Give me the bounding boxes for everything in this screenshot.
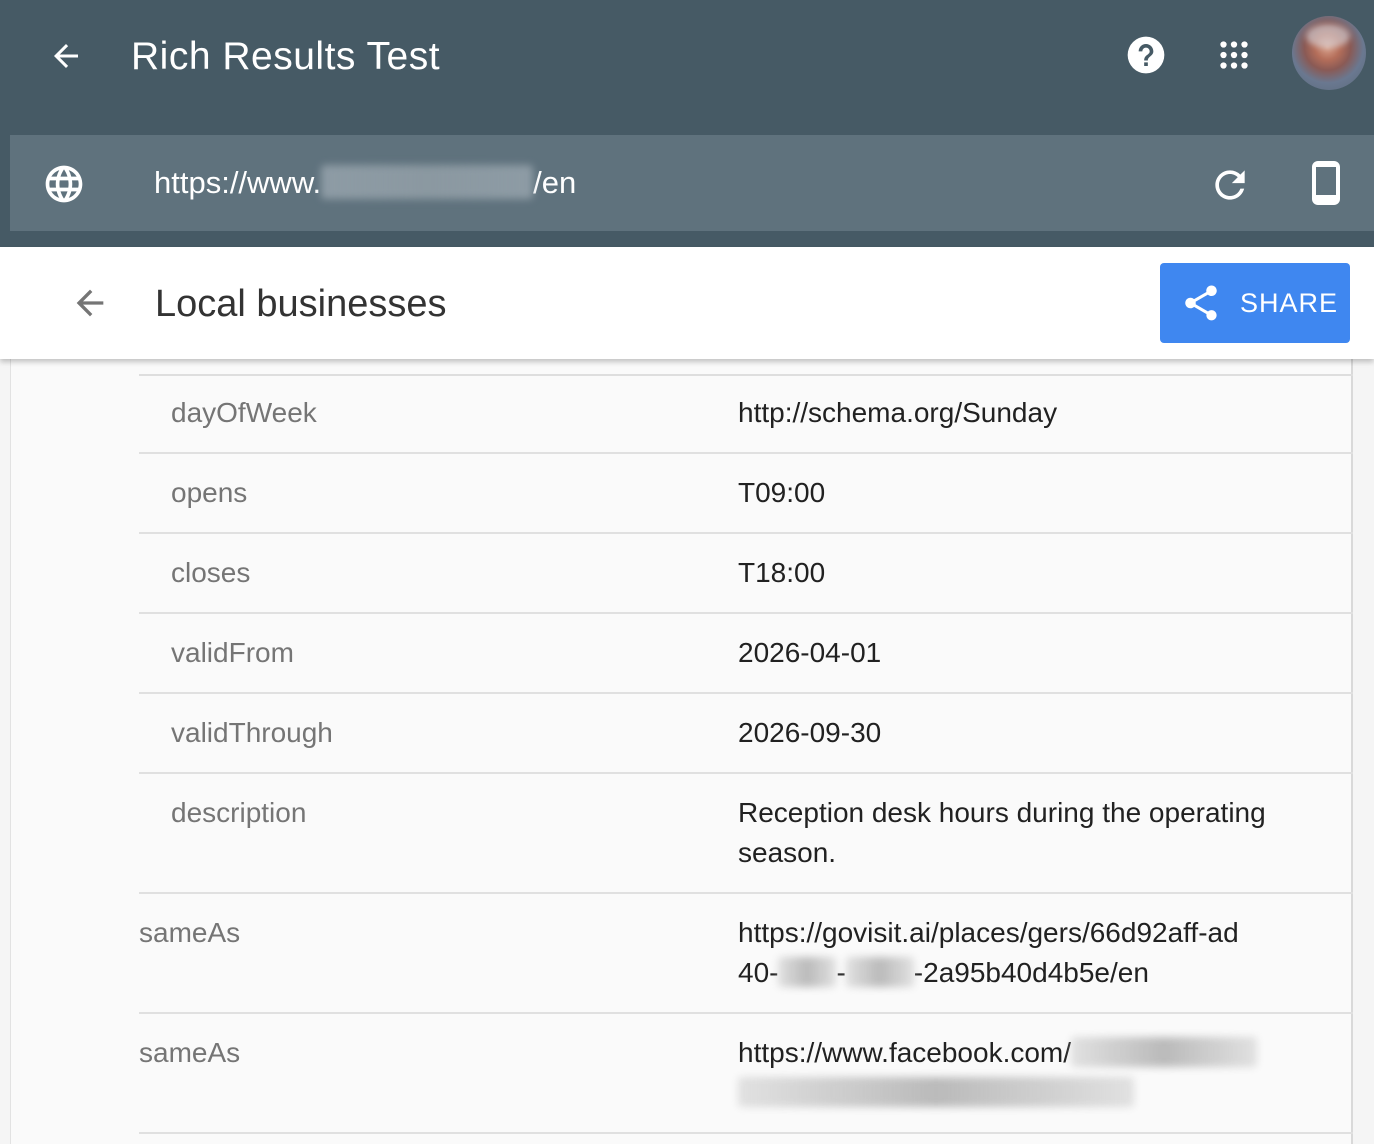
property-value: T09:00 <box>738 477 826 508</box>
property-key: validThrough <box>171 717 333 748</box>
property-row: sameAs https://govisit.ai/places/gers/66… <box>139 894 1353 1014</box>
properties-card: dayOfWeek http://schema.org/Sunday opens… <box>10 359 1353 1144</box>
redacted-id-segment <box>845 957 914 987</box>
same-as-url-line2-prefix: 40- <box>738 957 779 988</box>
property-value: T18:00 <box>738 557 826 588</box>
property-value: 2026-09-30 <box>738 717 882 748</box>
redacted-domain <box>321 165 534 199</box>
section-back-button[interactable] <box>64 277 116 329</box>
same-as-url-line2-mid: - <box>836 957 846 988</box>
description-text: Reception desk hours during the operatin… <box>738 797 1266 868</box>
share-icon <box>1185 285 1217 321</box>
user-avatar[interactable] <box>1292 16 1366 90</box>
back-button[interactable] <box>40 30 92 82</box>
property-row: sameAs https://www.facebook.com/ <box>139 1014 1353 1134</box>
property-key: opens <box>171 477 248 508</box>
redacted-facebook-path <box>738 1077 1134 1107</box>
properties-table: dayOfWeek http://schema.org/Sunday opens… <box>139 374 1353 1134</box>
share-label: SHARE <box>1240 288 1339 318</box>
same-as-url-line2-suffix: -2a95b40d4b5e/en <box>913 957 1149 988</box>
url-bar: https://www. /en <box>10 135 1374 231</box>
property-row: closes T18:00 <box>139 534 1353 614</box>
section-title: Local businesses <box>155 283 447 325</box>
property-row: dayOfWeek http://schema.org/Sunday <box>139 374 1353 454</box>
reload-button[interactable] <box>1206 161 1254 209</box>
same-as-url-line1: https://govisit.ai/places/gers/66d92aff-… <box>738 917 1239 948</box>
url-suffix: /en <box>533 165 577 200</box>
property-key: description <box>171 797 307 828</box>
redacted-id-segment <box>778 957 837 987</box>
arrow-back-icon <box>54 44 78 68</box>
property-row: validThrough 2026-09-30 <box>139 694 1353 774</box>
help-button[interactable] <box>1120 29 1172 81</box>
property-value: Reception desk hours during the operatin… <box>738 793 1318 873</box>
property-value: http://schema.org/Sunday <box>738 397 1058 428</box>
property-key: sameAs <box>139 917 241 948</box>
property-value-link[interactable]: https://www.facebook.com/ <box>738 1033 1318 1113</box>
refresh-icon <box>1215 170 1245 200</box>
url-field[interactable]: https://www. /en <box>154 163 576 203</box>
property-value-link[interactable]: https://govisit.ai/places/gers/66d92aff-… <box>738 913 1318 993</box>
property-value: 2026-04-01 <box>738 637 882 668</box>
section-header: Local businesses SHARE <box>0 247 1374 359</box>
property-key: closes <box>171 557 251 588</box>
property-row: description Reception desk hours during … <box>139 774 1353 894</box>
property-row: validFrom 2026-04-01 <box>139 614 1353 694</box>
facebook-url-prefix: https://www.facebook.com/ <box>738 1037 1072 1068</box>
globe-icon <box>45 165 83 203</box>
property-key: validFrom <box>171 637 294 668</box>
arrow-back-icon <box>76 289 104 317</box>
property-key: sameAs <box>139 1037 241 1068</box>
property-row: opens T09:00 <box>139 454 1353 534</box>
help-icon <box>1127 36 1165 74</box>
property-key: dayOfWeek <box>171 397 317 428</box>
redacted-facebook-path <box>1071 1037 1258 1067</box>
apps-grid-icon <box>1220 41 1248 69</box>
app-bar-row: Rich Results Test <box>0 0 1374 115</box>
url-prefix: https://www. <box>154 165 322 200</box>
device-toggle-button[interactable] <box>1300 157 1352 209</box>
share-button[interactable]: SHARE <box>1160 263 1350 343</box>
app-bar: Rich Results Test https://www. /en <box>0 0 1374 247</box>
smartphone-icon <box>1312 161 1340 205</box>
apps-button[interactable] <box>1208 29 1260 81</box>
app-title: Rich Results Test <box>131 35 441 78</box>
